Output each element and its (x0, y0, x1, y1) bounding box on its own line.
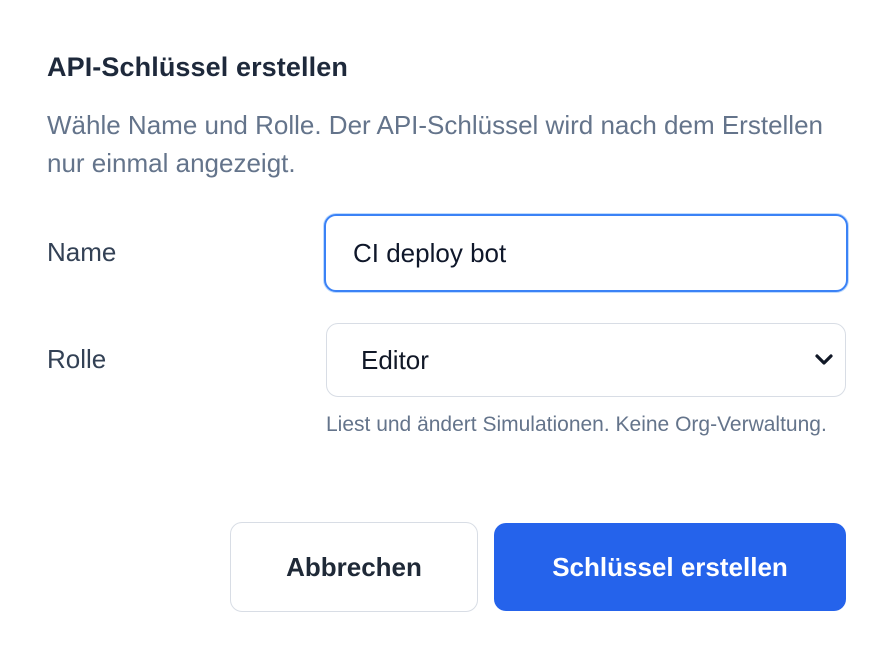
role-label: Rolle (47, 344, 107, 374)
name-input[interactable]: CI deploy bot (324, 214, 848, 292)
chevron-down-icon (813, 349, 835, 371)
create-api-key-dialog: API-Schlüssel erstellen Wähle Name und R… (0, 0, 892, 658)
name-input-value: CI deploy bot (353, 237, 507, 268)
dialog-title: API-Schlüssel erstellen (47, 52, 348, 82)
dialog-subtitle: Wähle Name und Rolle. Der API-Schlüssel … (47, 110, 824, 178)
role-select-value: Editor (361, 344, 429, 375)
name-label: Name (47, 237, 117, 267)
role-select[interactable]: Editor (326, 323, 846, 397)
role-help-text: Liest und ändert Simulationen. Keine Org… (326, 413, 827, 436)
cancel-button[interactable]: Abbrechen (230, 522, 478, 612)
create-key-button[interactable]: Schlüssel erstellen (494, 523, 846, 611)
